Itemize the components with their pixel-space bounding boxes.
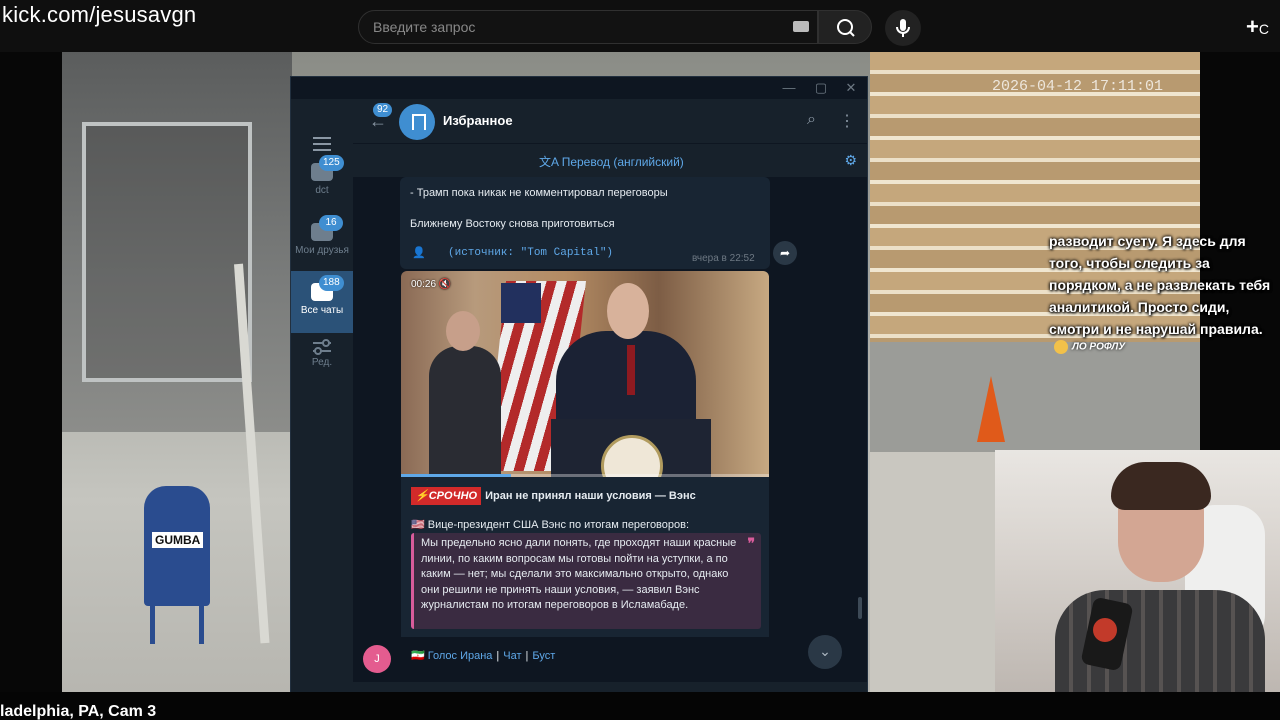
signature-text: ЛО РОФЛУ <box>1072 341 1126 353</box>
message-bubble: ⚡СРОЧНО Иран не принял наши условия — Вэн… <box>401 477 769 637</box>
menu-icon[interactable] <box>313 137 331 151</box>
close-icon[interactable]: ✕ <box>843 80 859 96</box>
window-titlebar: — ▢ ✕ <box>291 77 867 99</box>
source-link[interactable]: (источник: "Tom Capital") <box>448 247 613 259</box>
search-box[interactable] <box>358 10 818 44</box>
chat-title[interactable]: Избранное <box>443 113 513 128</box>
plus-icon: + <box>1246 14 1259 39</box>
person-left-head <box>446 311 480 351</box>
headline: ⚡СРОЧНО Иран не принял наши условия — Вэн… <box>411 487 696 505</box>
mic-icon <box>896 19 910 37</box>
translate-text: Перевод (английский) <box>561 155 684 169</box>
quote-icon: ❞ <box>747 535 755 551</box>
search-button[interactable] <box>818 10 872 44</box>
more-options-icon[interactable]: ⋮ <box>839 111 855 131</box>
stream-chat-overlay: разводит суету. Я здесь для того, чтобы … <box>1049 233 1271 337</box>
mailbox-legs <box>150 604 204 644</box>
stream-chat-signature: ЛО РОФЛУ <box>1054 340 1125 354</box>
share-icon[interactable]: ➦ <box>773 241 797 265</box>
search-input[interactable] <box>359 11 779 43</box>
translate-icon: 文A <box>539 155 562 169</box>
scrollbar[interactable] <box>858 597 862 619</box>
person-left <box>429 346 501 477</box>
folder-label: Ред. <box>311 357 333 368</box>
subhead-text: Вице-президент США Вэнс по итогам перего… <box>427 519 690 531</box>
stone-base <box>870 342 1200 452</box>
message-list: - Трамп пока никак не комментировал пере… <box>353 177 867 682</box>
mailbox-sticker: GUMBA <box>152 532 204 548</box>
separator: | <box>525 650 529 662</box>
folder-friends[interactable]: 16 Мои друзья <box>291 211 353 273</box>
link-chat[interactable]: Чат <box>503 650 521 662</box>
message-line: - Трамп пока никак не комментировал пере… <box>410 187 668 199</box>
traffic-cone <box>977 376 1005 442</box>
us-flag-icon: 🇺🇸 <box>411 519 428 531</box>
create-label: С <box>1258 21 1269 37</box>
folder-dct[interactable]: 125 dct <box>291 151 353 213</box>
message-line: Ближнему Востоку снова приготовиться <box>410 218 615 230</box>
folder-label: Мои друзья <box>295 245 349 256</box>
unread-badge: 188 <box>319 275 344 291</box>
voice-search-button[interactable] <box>885 10 921 46</box>
screen: GUMBA 2026-04-12 17:11:01 +С kick.com/je… <box>0 0 1280 720</box>
unread-badge: 125 <box>319 155 344 171</box>
scroll-down-button[interactable]: ⌄ <box>808 635 842 669</box>
urgent-tag: ⚡СРОЧНО <box>411 487 482 505</box>
translate-settings-icon[interactable]: ⚙ <box>844 152 857 169</box>
duration-text: 00:26 <box>411 279 437 290</box>
message-time: вчера в 22:52 <box>692 253 755 264</box>
channel-links: 🇮🇷 Голос Ирана | Чат | Буст <box>411 649 555 662</box>
iran-flag-icon: 🇮🇷 <box>411 650 428 662</box>
translate-bar[interactable]: 文A Перевод (английский) ⚙ <box>353 143 867 177</box>
emote-icon <box>1054 340 1068 354</box>
subhead: 🇺🇸 Вице-президент США Вэнс по итогам пер… <box>411 517 689 533</box>
quote-text: Мы предельно ясно дали понять, где прохо… <box>421 537 737 611</box>
chat-header: ← 92 Избранное ⌕ ⋮ <box>353 99 867 143</box>
separator: | <box>496 650 500 662</box>
keyboard-icon[interactable] <box>793 21 809 32</box>
folder-label: dct <box>315 185 329 196</box>
folder-all-chats[interactable]: 188 Все чаты <box>291 271 353 333</box>
flag-canton <box>501 283 541 323</box>
stream-url-overlay: kick.com/jesusavgn <box>2 2 197 27</box>
quote-block: Мы предельно ясно дали понять, где прохо… <box>411 533 761 629</box>
chevron-down-icon: ⌄ <box>819 643 831 659</box>
bottom-strip <box>0 692 1280 720</box>
sender-avatar[interactable]: J <box>363 645 391 673</box>
message-bubble: - Трамп пока никак не комментировал пере… <box>400 177 770 269</box>
search-icon <box>837 19 855 37</box>
user-icon: 👤 <box>412 247 426 259</box>
search-icon[interactable]: ⌕ <box>807 111 816 129</box>
muted-icon[interactable]: 🔇 <box>439 279 451 290</box>
back-unread-badge: 92 <box>373 103 393 117</box>
maximize-icon[interactable]: ▢ <box>813 80 829 96</box>
video-message[interactable]: 00:26 🔇 <box>401 271 769 477</box>
link-boost[interactable]: Буст <box>532 650 555 662</box>
bus-shelter <box>82 122 252 382</box>
streamer-hair <box>1111 462 1211 510</box>
telegram-window: — ▢ ✕ 125 dct 16 Мои друзья 188 Все чаты <box>290 76 868 720</box>
video-duration: 00:26 🔇 <box>411 279 451 290</box>
mic-logo <box>1093 618 1117 642</box>
bookmark-avatar-icon[interactable] <box>399 104 435 140</box>
camera-timestamp: 2026-04-12 17:11:01 <box>992 78 1164 95</box>
webcam-feed <box>995 450 1280 720</box>
person-speaker-head <box>607 283 649 339</box>
folder-edit[interactable]: Ред. <box>291 331 353 393</box>
link-golos-irana[interactable]: Голос Ирана <box>428 650 493 662</box>
translate-label[interactable]: 文A Перевод (английский) <box>539 153 684 170</box>
tie <box>627 345 635 395</box>
create-button[interactable]: +С <box>1246 14 1269 40</box>
headline-text: Иран не принял наши условия — Вэнс <box>485 490 696 502</box>
folder-label: Все чаты <box>300 305 344 316</box>
minimize-icon[interactable]: — <box>781 80 797 96</box>
mailbox: GUMBA <box>144 486 210 606</box>
folders-sidebar: 125 dct 16 Мои друзья 188 Все чаты Ред. <box>291 99 353 719</box>
camera-title: ladelphia, PA, Cam 3 <box>0 703 157 720</box>
unread-badge: 16 <box>319 215 343 231</box>
